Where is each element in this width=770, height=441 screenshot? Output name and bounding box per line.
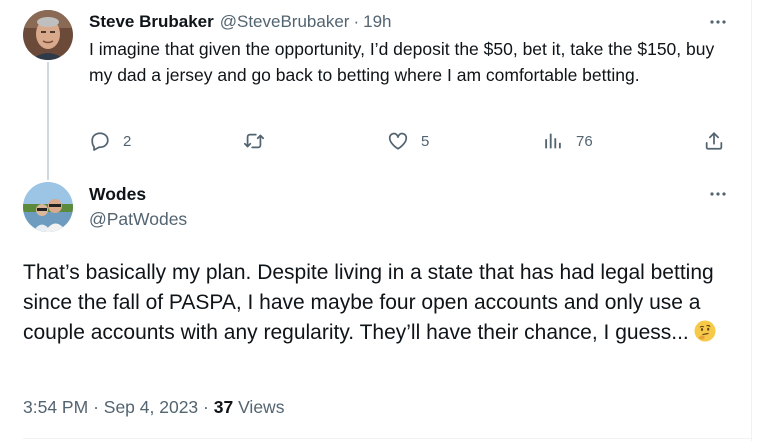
more-options-button[interactable] (707, 11, 729, 33)
reply-button[interactable]: 2 (89, 128, 131, 154)
views-button[interactable]: 76 (542, 128, 593, 154)
thinking-face-emoji (693, 319, 717, 352)
views-label: Views (238, 397, 285, 417)
author-handle[interactable]: @SteveBrubaker (220, 12, 350, 32)
meta-separator: · (203, 397, 209, 417)
avatar-steve-brubaker[interactable] (23, 10, 73, 60)
reply-tweet-header: Steve Brubaker @SteveBrubaker · 19h (89, 11, 392, 33)
more-icon (710, 192, 726, 196)
like-count: 5 (421, 132, 430, 150)
views-number: 37 (213, 397, 234, 417)
main-author-handle[interactable]: @PatWodes (89, 209, 187, 230)
separator-dot: · (353, 12, 360, 31)
more-icon (710, 20, 726, 24)
avatar-wodes[interactable] (23, 182, 73, 232)
main-author-name[interactable]: Wodes (89, 184, 146, 205)
main-tweet-text: That’s basically my plan. Despite living… (23, 261, 714, 344)
tweet-time[interactable]: 19h (363, 12, 391, 32)
like-button[interactable]: 5 (387, 128, 429, 154)
tweet-timestamp[interactable]: 3:54 PM (23, 397, 88, 417)
reply-tweet-actions: 2 5 76 (89, 128, 727, 154)
main-tweet-text-block: That’s basically my plan. Despite living… (23, 258, 743, 352)
tweet-meta: 3:54 PM · Sep 4, 2023 · 37 Views (23, 397, 284, 418)
meta-separator: · (93, 397, 99, 417)
share-button[interactable] (703, 128, 725, 154)
author-name[interactable]: Steve Brubaker (89, 12, 214, 32)
retweet-button[interactable] (242, 128, 278, 154)
reply-count: 2 (123, 132, 132, 150)
share-icon (705, 132, 723, 150)
reply-icon (91, 132, 109, 151)
tweet-date[interactable]: Sep 4, 2023 (104, 397, 198, 417)
retweet-icon (243, 133, 265, 149)
main-more-options-button[interactable] (707, 183, 729, 205)
analytics-icon (545, 133, 561, 149)
divider (23, 438, 751, 439)
like-icon (388, 132, 408, 150)
tweet-thread: Steve Brubaker @SteveBrubaker · 19h I im… (0, 0, 752, 441)
thread-connector-line (47, 62, 49, 180)
reply-tweet-text: I imagine that given the opportunity, I’… (89, 39, 715, 85)
views-count: 76 (576, 132, 593, 150)
